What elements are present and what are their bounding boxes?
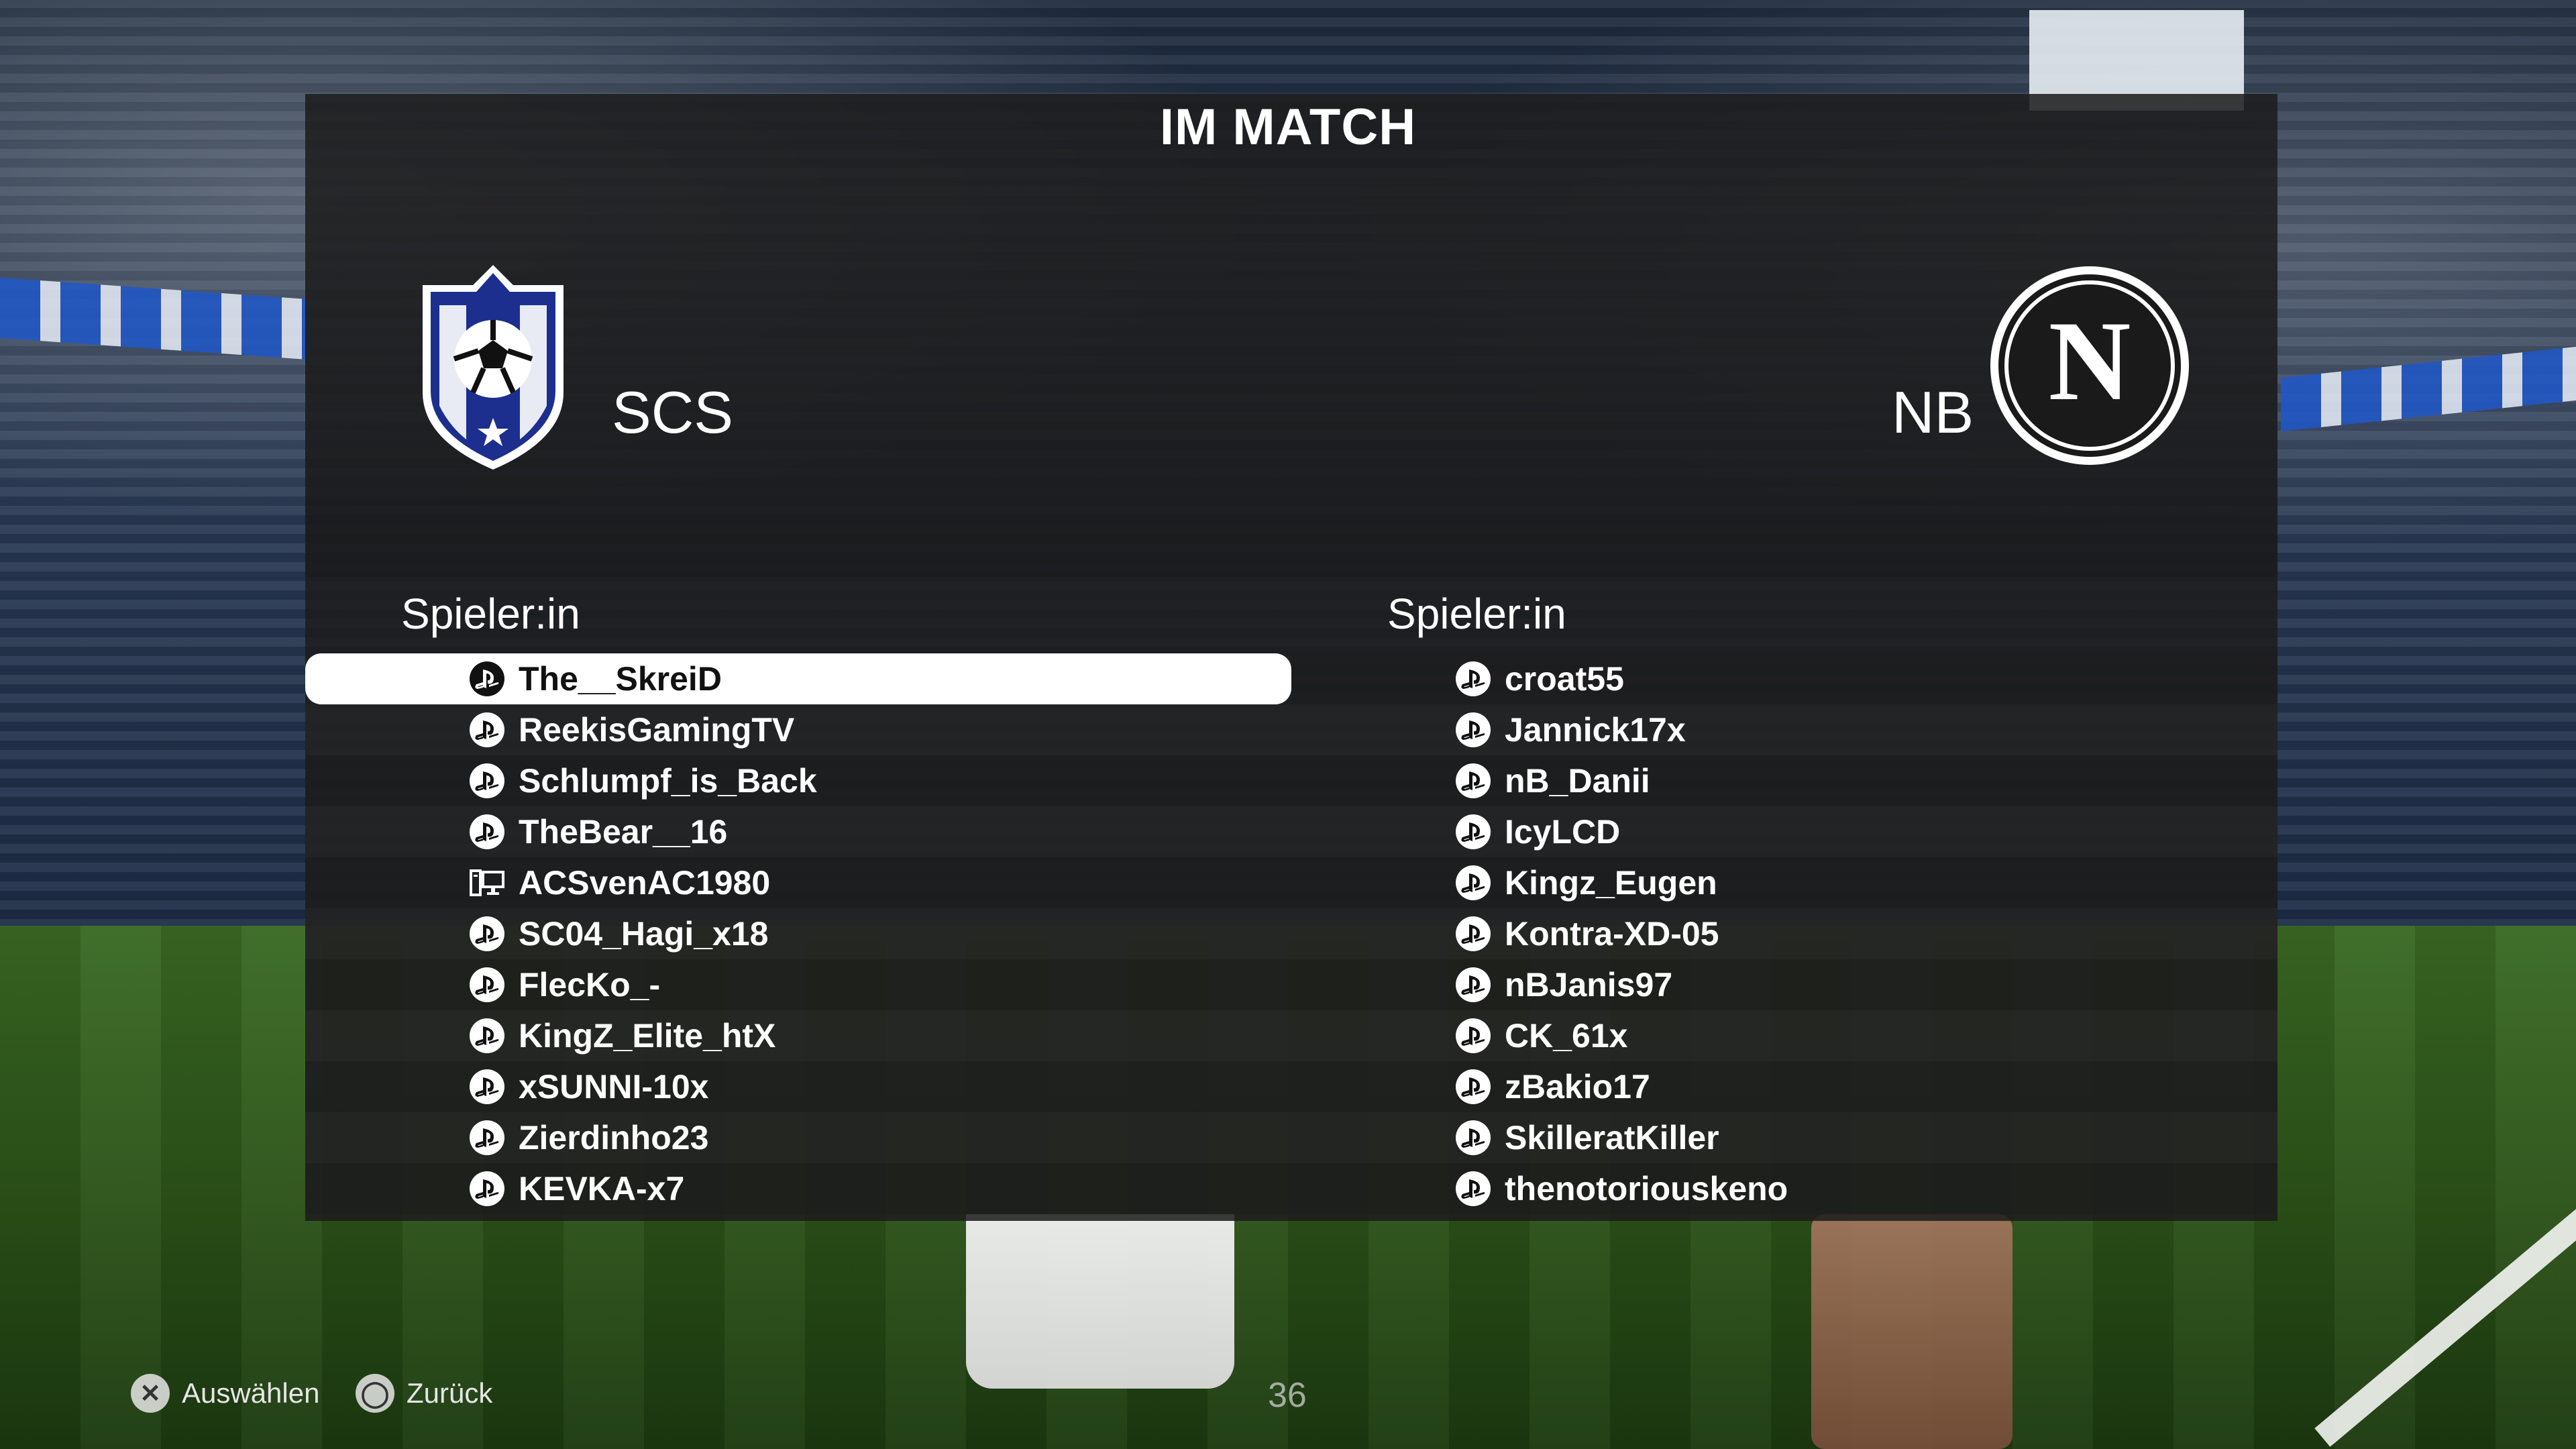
playstation-icon <box>1454 814 1492 849</box>
player-row[interactable]: SkilleratKiller <box>1291 1112 2277 1163</box>
player-name: nB_Danii <box>1505 762 1650 800</box>
team-header <box>305 168 2277 577</box>
select-action[interactable]: ✕ Auswählen <box>131 1372 319 1415</box>
playstation-icon <box>1454 916 1492 951</box>
playstation-icon <box>1454 1120 1492 1155</box>
home-column-label: Spieler:in <box>401 590 580 638</box>
playstation-icon <box>1454 865 1492 900</box>
away-column-label: Spieler:in <box>1387 590 1566 638</box>
player-row[interactable]: CK_61x <box>1291 1010 2277 1061</box>
player-name: zBakio17 <box>1505 1068 1650 1106</box>
away-crest-letter: N <box>2049 298 2131 424</box>
page-title: IM MATCH <box>1159 99 1417 156</box>
player-name: xSUNNI-10x <box>519 1068 709 1106</box>
playstation-icon <box>468 1069 506 1104</box>
player-name: croat55 <box>1505 660 1624 698</box>
player-row[interactable]: The__SkreiD <box>305 653 1291 704</box>
player-name: The__SkreiD <box>519 660 722 698</box>
pc-icon <box>468 866 506 900</box>
playstation-icon <box>1454 1018 1492 1053</box>
playstation-icon <box>1454 1171 1492 1206</box>
player-name: SC04_Hagi_x18 <box>519 915 769 953</box>
player-legs <box>1811 1214 2012 1449</box>
player-row[interactable]: IcyLCD <box>1291 806 2277 857</box>
playstation-icon <box>468 763 506 798</box>
player-name: SkilleratKiller <box>1505 1119 1719 1157</box>
back-label: Zurück <box>407 1377 493 1409</box>
player-row[interactable]: xSUNNI-10x <box>305 1061 1291 1112</box>
cross-button-icon: ✕ <box>131 1374 170 1413</box>
circle-button-icon: ◯ <box>356 1374 394 1413</box>
player-name: KEVKA-x7 <box>519 1170 685 1208</box>
player-row[interactable]: TheBear__16 <box>305 806 1291 857</box>
player-name: Zierdinho23 <box>519 1119 709 1157</box>
player-name: KingZ_Elite_htX <box>519 1017 776 1055</box>
home-team-crest-icon <box>419 265 567 470</box>
player-row[interactable]: KEVKA-x7 <box>305 1163 1291 1214</box>
player-row[interactable]: Kingz_Eugen <box>1291 857 2277 908</box>
playstation-icon <box>468 967 506 1002</box>
player-row[interactable]: zBakio17 <box>1291 1061 2277 1112</box>
playstation-icon <box>1454 661 1492 696</box>
home-player-list: The__SkreiD ReekisGamingTV Schlumpf_is_Bac… <box>305 653 1291 1214</box>
player-row[interactable]: thenotoriouskeno <box>1291 1163 2277 1214</box>
player-name: nBJanis97 <box>1505 966 1673 1004</box>
player-row[interactable]: croat55 <box>1291 653 2277 704</box>
player-row[interactable]: ReekisGamingTV <box>305 704 1291 755</box>
player-name: FlecKo_- <box>519 966 661 1004</box>
playstation-icon <box>1454 712 1492 747</box>
playstation-icon <box>1454 763 1492 798</box>
playstation-icon <box>468 916 506 951</box>
player-name: CK_61x <box>1505 1017 1628 1055</box>
player-row[interactable]: Kontra-XD-05 <box>1291 908 2277 959</box>
player-row[interactable]: FlecKo_- <box>305 959 1291 1010</box>
player-name: Jannick17x <box>1505 711 1686 749</box>
playstation-icon <box>468 814 506 849</box>
away-team-abbr: NB <box>1892 379 1974 445</box>
player-row[interactable]: Zierdinho23 <box>305 1112 1291 1163</box>
player-row[interactable]: Jannick17x <box>1291 704 2277 755</box>
player-shorts <box>966 1214 1234 1389</box>
countdown-timer: 36 <box>1268 1376 1307 1415</box>
player-row[interactable]: KingZ_Elite_htX <box>305 1010 1291 1061</box>
player-name: Kontra-XD-05 <box>1505 915 1719 953</box>
away-player-list: croat55 Jannick17x nB_Danii IcyLCD Kingz_Eug… <box>1291 653 2277 1214</box>
player-row[interactable]: ACSvenAC1980 <box>305 857 1291 908</box>
player-row[interactable]: SC04_Hagi_x18 <box>305 908 1291 959</box>
back-action[interactable]: ◯ Zurück <box>356 1372 492 1415</box>
player-row[interactable]: nB_Danii <box>1291 755 2277 806</box>
player-name: Schlumpf_is_Back <box>519 762 817 800</box>
player-name: thenotoriouskeno <box>1505 1170 1788 1208</box>
player-name: ReekisGamingTV <box>519 711 795 749</box>
playstation-icon <box>468 661 506 696</box>
home-team-abbr: SCS <box>612 379 733 445</box>
select-label: Auswählen <box>182 1377 320 1409</box>
playstation-icon <box>468 1171 506 1206</box>
player-name: IcyLCD <box>1505 813 1621 851</box>
playstation-icon <box>468 1018 506 1053</box>
player-name: ACSvenAC1980 <box>519 864 771 902</box>
playstation-icon <box>1454 967 1492 1002</box>
player-name: TheBear__16 <box>519 813 728 851</box>
playstation-icon <box>468 1120 506 1155</box>
playstation-icon <box>468 712 506 747</box>
player-name: Kingz_Eugen <box>1505 864 1717 902</box>
away-team-crest-icon: N <box>1986 262 2194 470</box>
playstation-icon <box>1454 1069 1492 1104</box>
player-row[interactable]: Schlumpf_is_Back <box>305 755 1291 806</box>
player-row[interactable]: nBJanis97 <box>1291 959 2277 1010</box>
